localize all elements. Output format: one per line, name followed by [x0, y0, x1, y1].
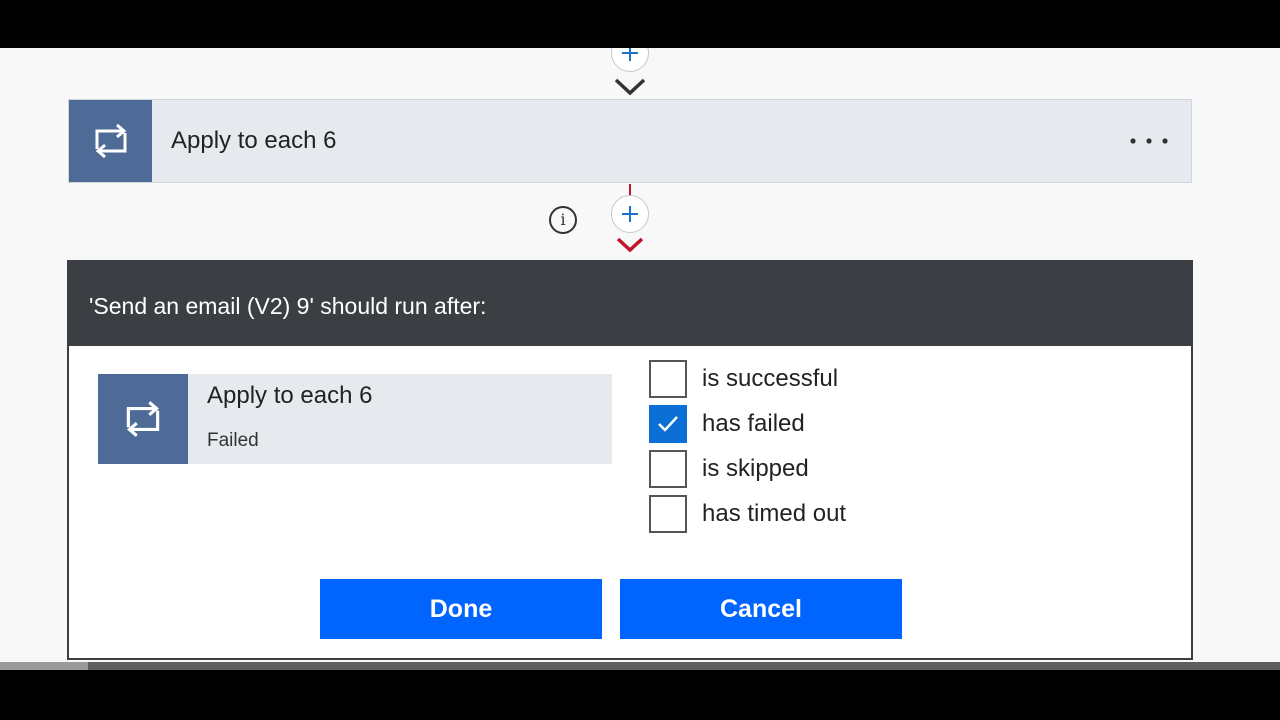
checkmark-icon	[658, 416, 678, 432]
previous-action-name: Apply to each 6	[207, 382, 373, 409]
has-failed-checkbox[interactable]	[649, 405, 687, 443]
arrow-down-icon	[616, 237, 644, 253]
flow-designer-canvas: Apply to each 6 i 'Send an email (V2) 9'…	[0, 48, 1280, 670]
option-label: is successful	[702, 365, 839, 392]
action-icon-tile	[98, 374, 188, 464]
plus-icon	[622, 48, 638, 61]
previous-action-status: Failed	[207, 430, 259, 451]
option-is-skipped[interactable]: is skipped	[649, 449, 809, 489]
ellipsis-icon	[1130, 138, 1168, 144]
info-icon[interactable]: i	[549, 206, 577, 234]
card-title: Apply to each 6	[171, 127, 337, 154]
more-options-button[interactable]	[1127, 126, 1171, 156]
plus-icon	[622, 206, 638, 222]
option-label: has timed out	[702, 500, 847, 527]
option-is-successful[interactable]: is successful	[649, 359, 838, 399]
is-successful-checkbox[interactable]	[649, 360, 687, 398]
add-step-button[interactable]	[611, 195, 649, 233]
has-timed-out-checkbox[interactable]	[649, 495, 687, 533]
done-button[interactable]: Done	[320, 579, 602, 639]
run-after-dialog: 'Send an email (V2) 9' should run after:…	[67, 260, 1193, 660]
option-has-failed[interactable]: has failed	[649, 404, 805, 444]
option-label: has failed	[702, 410, 805, 437]
arrow-down-icon	[614, 78, 646, 96]
cancel-button[interactable]: Cancel	[620, 579, 902, 639]
action-icon-tile	[69, 100, 152, 182]
apply-to-each-card[interactable]: Apply to each 6	[68, 99, 1192, 183]
dialog-header: 'Send an email (V2) 9' should run after:	[69, 262, 1191, 346]
option-label: is skipped	[702, 455, 809, 482]
horizontal-scrollbar[interactable]	[0, 662, 1280, 670]
add-step-button-top[interactable]	[611, 48, 649, 72]
loop-icon	[126, 401, 160, 437]
scrollbar-thumb[interactable]	[88, 662, 1280, 670]
dialog-title: 'Send an email (V2) 9' should run after:	[89, 293, 487, 319]
is-skipped-checkbox[interactable]	[649, 450, 687, 488]
loop-icon	[95, 123, 126, 159]
previous-action-card: Apply to each 6 Failed	[98, 374, 612, 464]
option-has-timed-out[interactable]: has timed out	[649, 494, 846, 534]
